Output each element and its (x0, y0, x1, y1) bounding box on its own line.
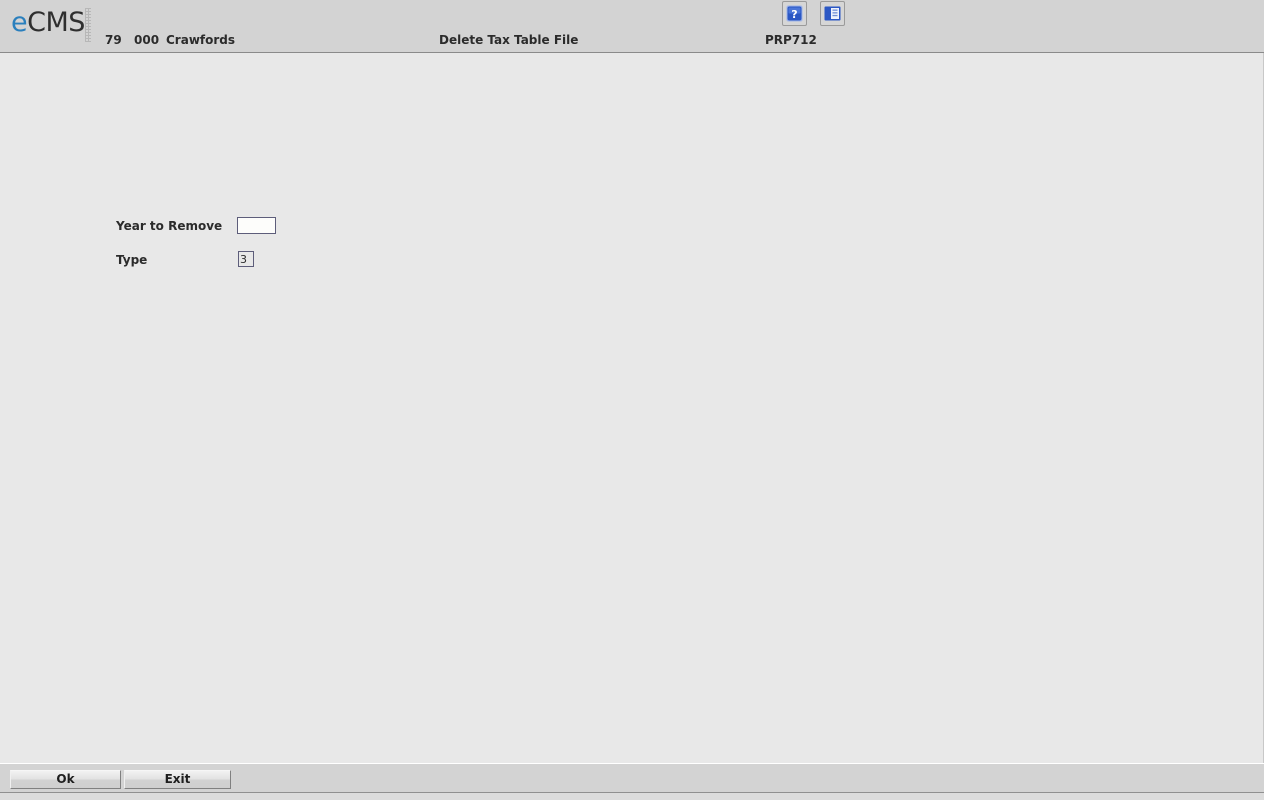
main-content: Year to Remove Type (0, 53, 1264, 763)
company-code: 79 (105, 33, 122, 47)
division-code: 000 (134, 33, 160, 47)
type-label: Type (116, 253, 148, 267)
help-button[interactable]: ? (782, 1, 807, 26)
logo-text: CMS (27, 7, 85, 38)
app-header: eCMS 79 000 Crawfords Delete Tax Table F… (0, 0, 1264, 53)
logo-accent-letter: e (11, 7, 28, 38)
svg-text:?: ? (791, 8, 797, 21)
page-title: Delete Tax Table File (439, 33, 579, 47)
help-icon: ? (786, 5, 803, 22)
toolbar-grip-divider (85, 8, 91, 42)
type-input[interactable] (238, 251, 254, 267)
window-list-icon (824, 5, 841, 22)
program-id: PRP712 (765, 33, 817, 47)
window-list-button[interactable] (820, 1, 845, 26)
app-footer: Ok Exit (0, 763, 1264, 793)
ecms-logo: eCMS (11, 9, 85, 36)
company-name: Crawfords (166, 33, 236, 47)
year-to-remove-label: Year to Remove (116, 219, 223, 233)
year-to-remove-input[interactable] (237, 217, 276, 234)
application-window: eCMS 79 000 Crawfords Delete Tax Table F… (0, 0, 1264, 800)
ok-button[interactable]: Ok (10, 770, 121, 789)
exit-button[interactable]: Exit (124, 770, 231, 789)
footer-bottom-strip (0, 793, 1264, 800)
